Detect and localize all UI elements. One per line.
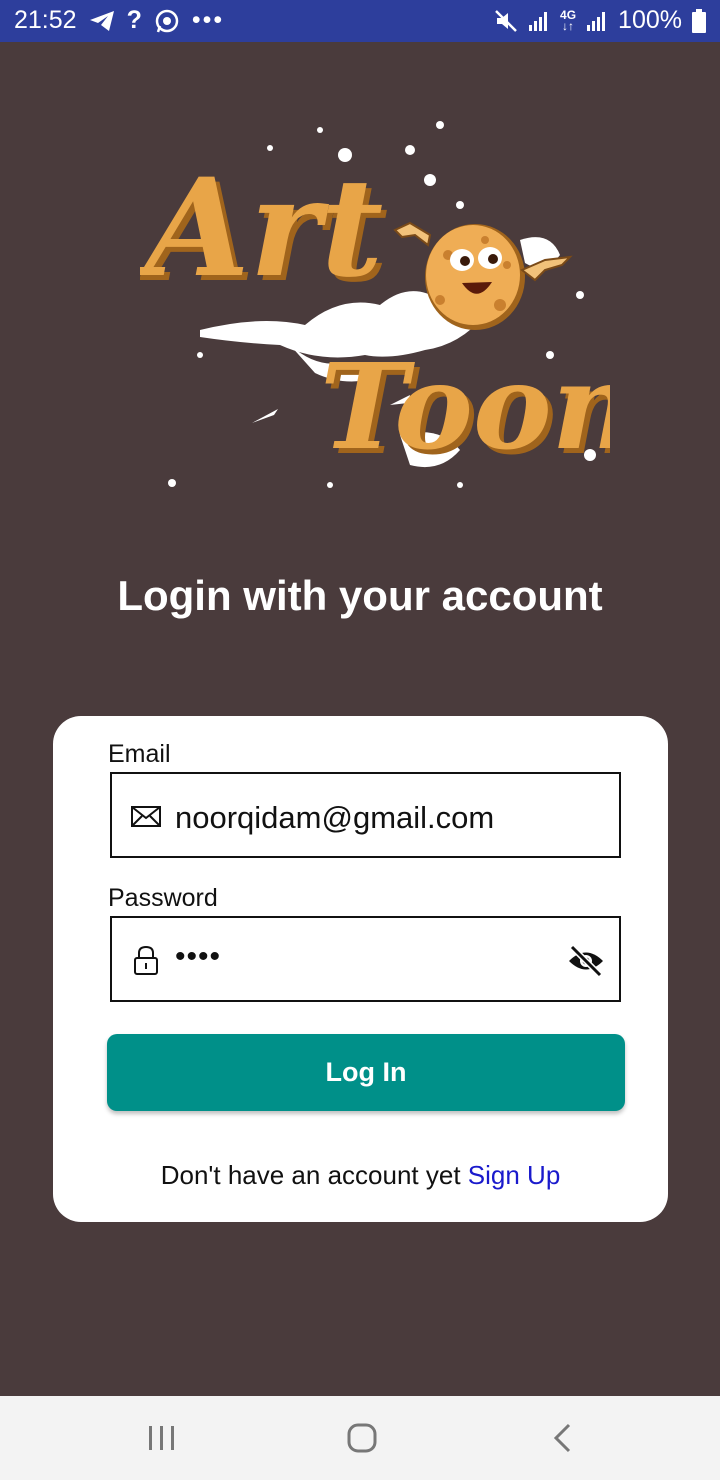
password-value: •••• [175,940,222,973]
question-icon: ? [126,6,142,34]
signup-link[interactable]: Sign Up [468,1160,561,1190]
more-icon: ••• [191,6,225,34]
battery-level: 100% [618,6,682,34]
battery-icon [692,8,706,33]
password-field[interactable]: •••• [110,916,621,1002]
signup-prompt: Don't have an account yet [160,1160,461,1190]
email-value: noorqidam@gmail.com [175,800,495,835]
whatsapp-icon [154,8,180,34]
signal-icon [586,10,608,32]
signal-icon [528,10,550,32]
email-label: Email [108,740,171,768]
email-field[interactable]: noorqidam@gmail.com [110,772,621,858]
mute-icon [494,9,518,33]
lock-icon [130,944,162,976]
visibility-off-icon[interactable] [567,944,605,978]
telegram-icon [89,9,115,33]
status-bar: 21:52 ? ••• 4G ↓↑ 100% [0,0,720,42]
navigation-bar [0,1396,720,1480]
art-toon-logo: Art Art Toon Toon [134,105,642,500]
password-label: Password [108,884,218,912]
logo-art-text: Art [140,148,383,307]
signup-row: Don't have an account yet Sign Up [53,1160,668,1191]
back-icon[interactable] [543,1418,583,1458]
login-card: Email noorqidam@gmail.com Password •••• … [53,716,668,1222]
mail-icon [130,800,162,832]
recents-icon[interactable] [141,1418,181,1458]
login-button[interactable]: Log In [107,1034,625,1111]
network-4g-icon: 4G ↓↑ [560,7,577,33]
logo-toon-text: Toon [320,337,610,476]
clock: 21:52 [14,6,77,34]
home-icon[interactable] [342,1418,382,1458]
page-title: Login with your account [117,572,603,619]
